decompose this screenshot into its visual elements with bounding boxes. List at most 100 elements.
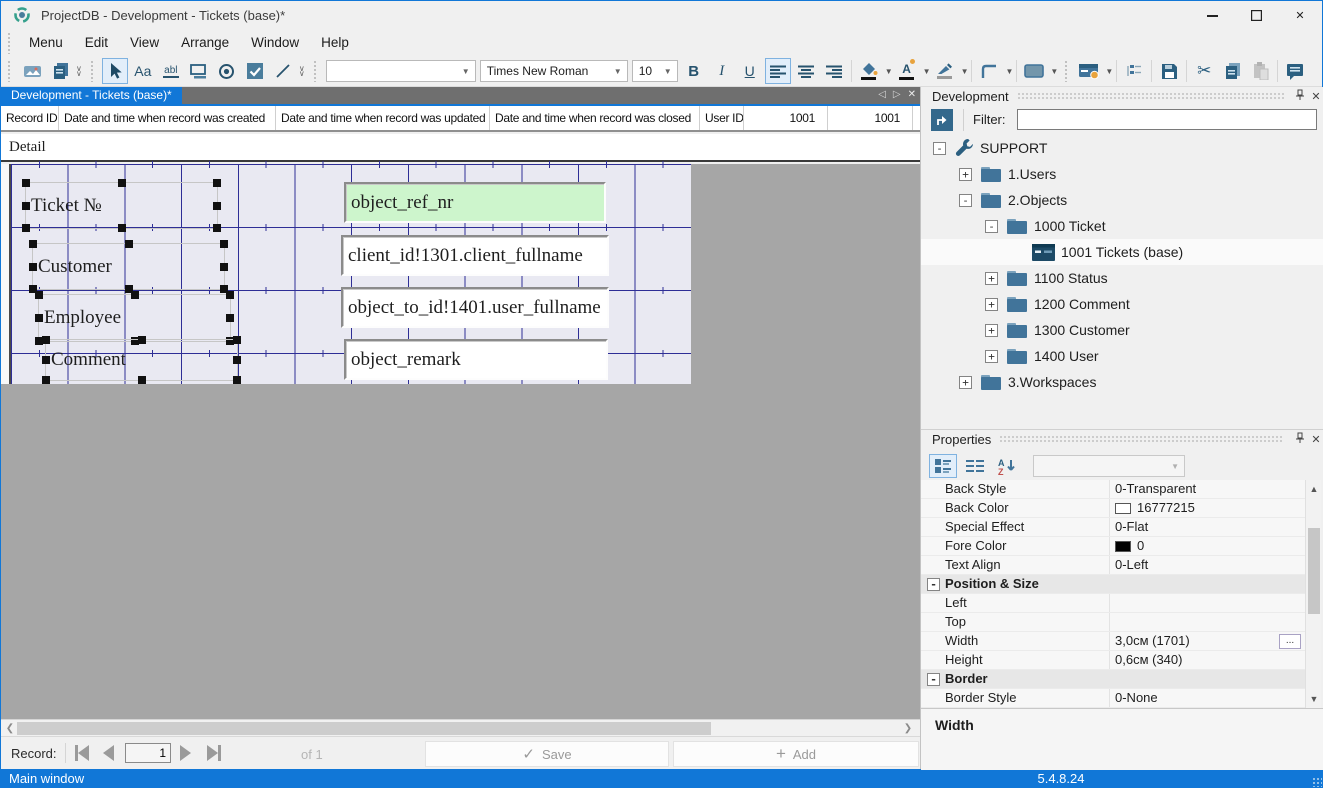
border-style-button[interactable] — [976, 58, 1002, 84]
design-surface[interactable]: Ticket №CustomerEmployeeCommentobject_re… — [11, 164, 691, 384]
form-settings-button[interactable] — [1076, 58, 1102, 84]
property-value[interactable]: 0 — [1110, 537, 1305, 555]
selection-handle[interactable] — [131, 291, 139, 299]
grid-header-cell[interactable]: 1001 — [828, 106, 913, 130]
property-value[interactable]: 0-None — [1110, 689, 1305, 707]
property-row-special-effect[interactable]: Special Effect0-Flat — [921, 518, 1305, 537]
menu-item-help[interactable]: Help — [310, 31, 360, 54]
property-row-fore-color[interactable]: Fore Color0 — [921, 537, 1305, 556]
designer-label[interactable]: Customer — [32, 243, 225, 290]
property-object-combo[interactable]: ▼ — [1033, 455, 1185, 477]
tree-expander-icon[interactable]: + — [985, 324, 998, 337]
tree-expander-icon[interactable]: + — [985, 272, 998, 285]
tree-item-3-workspaces[interactable]: +3.Workspaces — [921, 369, 1323, 395]
property-value[interactable]: 0-Transparent — [1110, 480, 1305, 498]
comment-button[interactable] — [1282, 58, 1308, 84]
selection-handle[interactable] — [220, 263, 228, 271]
chevron-expand-icon[interactable]: ∨∨ — [299, 66, 305, 76]
shape-button[interactable] — [1021, 58, 1047, 84]
image-tool-button[interactable] — [19, 58, 45, 84]
checkbox-tool-button[interactable] — [242, 58, 268, 84]
label-tool-button[interactable]: Aa — [130, 58, 156, 84]
detail-band-header[interactable]: Detail — [1, 134, 920, 162]
selection-handle[interactable] — [213, 179, 221, 187]
property-category-position-size[interactable]: -Position & Size — [921, 575, 1305, 594]
italic-button[interactable]: I — [709, 58, 735, 84]
select-pointer-button[interactable] — [102, 58, 128, 84]
tab-scroll-left-icon[interactable]: ◁ — [878, 89, 886, 100]
scrollbar-thumb[interactable] — [1308, 528, 1320, 614]
dropdown-arrow-icon[interactable]: ▼ — [961, 67, 969, 76]
textbox-tool-button[interactable]: abl — [158, 58, 184, 84]
selection-handle[interactable] — [22, 224, 30, 232]
selection-handle[interactable] — [213, 202, 221, 210]
resize-grip[interactable] — [1312, 777, 1322, 787]
selection-handle[interactable] — [226, 314, 234, 322]
tree-item-1300-customer[interactable]: +1300 Customer — [921, 317, 1323, 343]
dropdown-arrow-icon[interactable]: ▼ — [885, 67, 893, 76]
property-row-border-style[interactable]: Border Style0-None — [921, 689, 1305, 708]
grid-header-cell[interactable]: Record ID — [1, 106, 59, 130]
designer-label[interactable]: Ticket № — [25, 182, 218, 229]
panel-close-icon[interactable]: ✕ — [1308, 433, 1323, 446]
paste-button[interactable] — [1247, 58, 1273, 84]
cut-button[interactable]: ✂ — [1191, 58, 1217, 84]
record-number-input[interactable] — [125, 743, 171, 763]
tree-expander-icon[interactable]: + — [959, 168, 972, 181]
align-center-button[interactable] — [793, 58, 819, 84]
tree-item-1001-tickets-base-[interactable]: +1001 Tickets (base) — [921, 239, 1323, 265]
tree-expander-icon[interactable]: + — [985, 350, 998, 363]
menu-item-menu[interactable]: Menu — [18, 31, 74, 54]
toolbar-grip[interactable] — [90, 60, 95, 82]
highlight-color-button[interactable] — [932, 58, 958, 84]
panel-drag-texture[interactable] — [1017, 92, 1284, 101]
filter-input[interactable] — [1017, 109, 1317, 130]
property-value[interactable]: 0,6см (340) — [1110, 651, 1305, 669]
selection-handle[interactable] — [226, 291, 234, 299]
tree-expander-icon[interactable]: + — [959, 376, 972, 389]
selection-handle[interactable] — [138, 336, 146, 344]
toolbar-grip[interactable] — [1064, 60, 1069, 82]
tree-item-1-users[interactable]: +1.Users — [921, 161, 1323, 187]
selection-handle[interactable] — [22, 179, 30, 187]
save-record-button[interactable]: ✓Save — [425, 741, 669, 767]
grid-header-cell[interactable]: User ID — [700, 106, 744, 130]
selection-handle[interactable] — [125, 240, 133, 248]
align-left-button[interactable] — [765, 58, 791, 84]
scrollbar-thumb[interactable] — [17, 722, 711, 735]
designer-field[interactable]: object_to_id!1401.user_fullname — [341, 287, 609, 328]
radio-tool-button[interactable] — [214, 58, 240, 84]
menu-item-edit[interactable]: Edit — [74, 31, 119, 54]
alphabetical-view-button[interactable] — [961, 454, 989, 478]
grid-header-cell[interactable]: 1001 — [744, 106, 828, 130]
selection-handle[interactable] — [42, 336, 50, 344]
selection-handle[interactable] — [118, 179, 126, 187]
property-value[interactable]: 0-Flat — [1110, 518, 1305, 536]
font-color-button[interactable]: A — [894, 58, 920, 84]
category-expander-icon[interactable]: - — [927, 578, 940, 591]
grid-header-cell[interactable]: Date and time when record was updated — [276, 106, 490, 130]
add-record-button[interactable]: +Add — [673, 741, 919, 767]
close-button[interactable]: ✕ — [1278, 1, 1322, 29]
tree-item-1400-user[interactable]: +1400 User — [921, 343, 1323, 369]
selection-handle[interactable] — [233, 356, 241, 364]
selection-handle[interactable] — [118, 224, 126, 232]
property-row-back-color[interactable]: Back Color16777215 — [921, 499, 1305, 518]
selection-handle[interactable] — [213, 224, 221, 232]
panel-drag-texture[interactable] — [999, 435, 1284, 444]
designer-field[interactable]: object_ref_nr — [344, 182, 606, 223]
grid-header-cell[interactable]: Date and time when record was created — [59, 106, 276, 130]
tree-item-2-objects[interactable]: -2.Objects — [921, 187, 1323, 213]
minimize-button[interactable] — [1190, 1, 1234, 29]
selection-handle[interactable] — [220, 240, 228, 248]
selection-handle[interactable] — [22, 202, 30, 210]
menu-item-arrange[interactable]: Arrange — [170, 31, 240, 54]
toolbar-grip[interactable] — [7, 60, 12, 82]
property-value[interactable]: 3,0см (1701)... — [1110, 632, 1305, 650]
combobox-tool-button[interactable] — [186, 58, 212, 84]
chevron-expand-icon[interactable]: ∨∨ — [76, 66, 82, 76]
menu-item-window[interactable]: Window — [240, 31, 310, 54]
tab-scroll-right-icon[interactable]: ▷ — [893, 89, 901, 100]
menu-item-view[interactable]: View — [119, 31, 170, 54]
property-category-border[interactable]: -Border — [921, 670, 1305, 689]
